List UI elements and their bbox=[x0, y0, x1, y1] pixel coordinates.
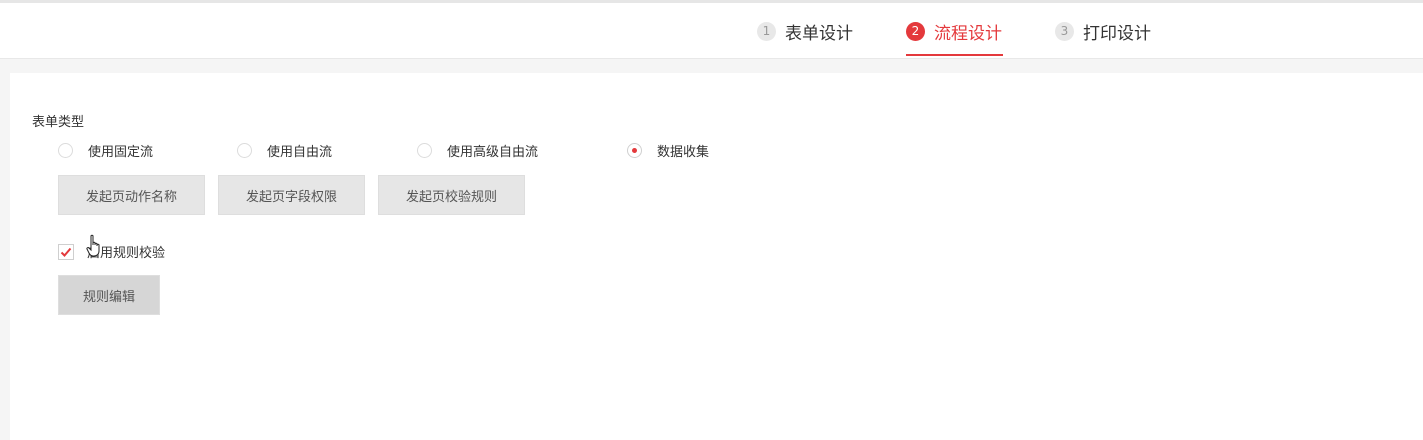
step-process-design[interactable]: 2 流程设计 bbox=[906, 3, 1003, 59]
radio-fixed-flow[interactable]: 使用固定流 bbox=[58, 141, 153, 160]
check-icon bbox=[60, 247, 72, 257]
hand-cursor-icon bbox=[86, 234, 102, 262]
radio-circle[interactable] bbox=[417, 143, 432, 158]
rule-edit-button[interactable]: 规则编辑 bbox=[58, 275, 160, 315]
step-form-design[interactable]: 1 表单设计 bbox=[757, 3, 853, 59]
page: 1 表单设计 2 流程设计 3 打印设计 表单类型 使用固定流 使用自由流 使用… bbox=[0, 0, 1423, 440]
step-number-badge: 2 bbox=[906, 21, 925, 41]
radio-circle[interactable] bbox=[237, 143, 252, 158]
radio-circle-selected[interactable] bbox=[627, 143, 642, 158]
active-step-underline bbox=[906, 54, 1003, 56]
form-type-label: 表单类型 bbox=[32, 115, 85, 130]
step-label: 打印设计 bbox=[1083, 23, 1151, 44]
radio-advanced-free-flow[interactable]: 使用高级自由流 bbox=[417, 141, 538, 160]
radio-label: 使用高级自由流 bbox=[447, 145, 539, 160]
enable-rule-check[interactable]: 启用规则校验 bbox=[58, 242, 165, 261]
radio-data-collection[interactable]: 数据收集 bbox=[627, 141, 709, 160]
step-number-badge: 1 bbox=[757, 21, 776, 41]
field-permission-button[interactable]: 发起页字段权限 bbox=[218, 175, 365, 215]
step-label: 表单设计 bbox=[785, 23, 853, 44]
step-header: 1 表单设计 2 流程设计 3 打印设计 bbox=[0, 0, 1423, 59]
radio-free-flow[interactable]: 使用自由流 bbox=[237, 141, 332, 160]
step-number-badge: 3 bbox=[1055, 21, 1074, 41]
radio-circle[interactable] bbox=[58, 143, 73, 158]
radio-label: 数据收集 bbox=[657, 145, 710, 160]
settings-panel: 表单类型 使用固定流 使用自由流 使用高级自由流 数据收集 发起页动作名称 发起… bbox=[10, 73, 1423, 440]
step-print-design[interactable]: 3 打印设计 bbox=[1055, 3, 1151, 59]
radio-label: 使用自由流 bbox=[267, 145, 333, 160]
validation-rule-button[interactable]: 发起页校验规则 bbox=[378, 175, 525, 215]
radio-label: 使用固定流 bbox=[88, 145, 154, 160]
action-name-button[interactable]: 发起页动作名称 bbox=[58, 175, 205, 215]
checkbox[interactable] bbox=[58, 243, 74, 260]
step-label: 流程设计 bbox=[934, 23, 1002, 44]
